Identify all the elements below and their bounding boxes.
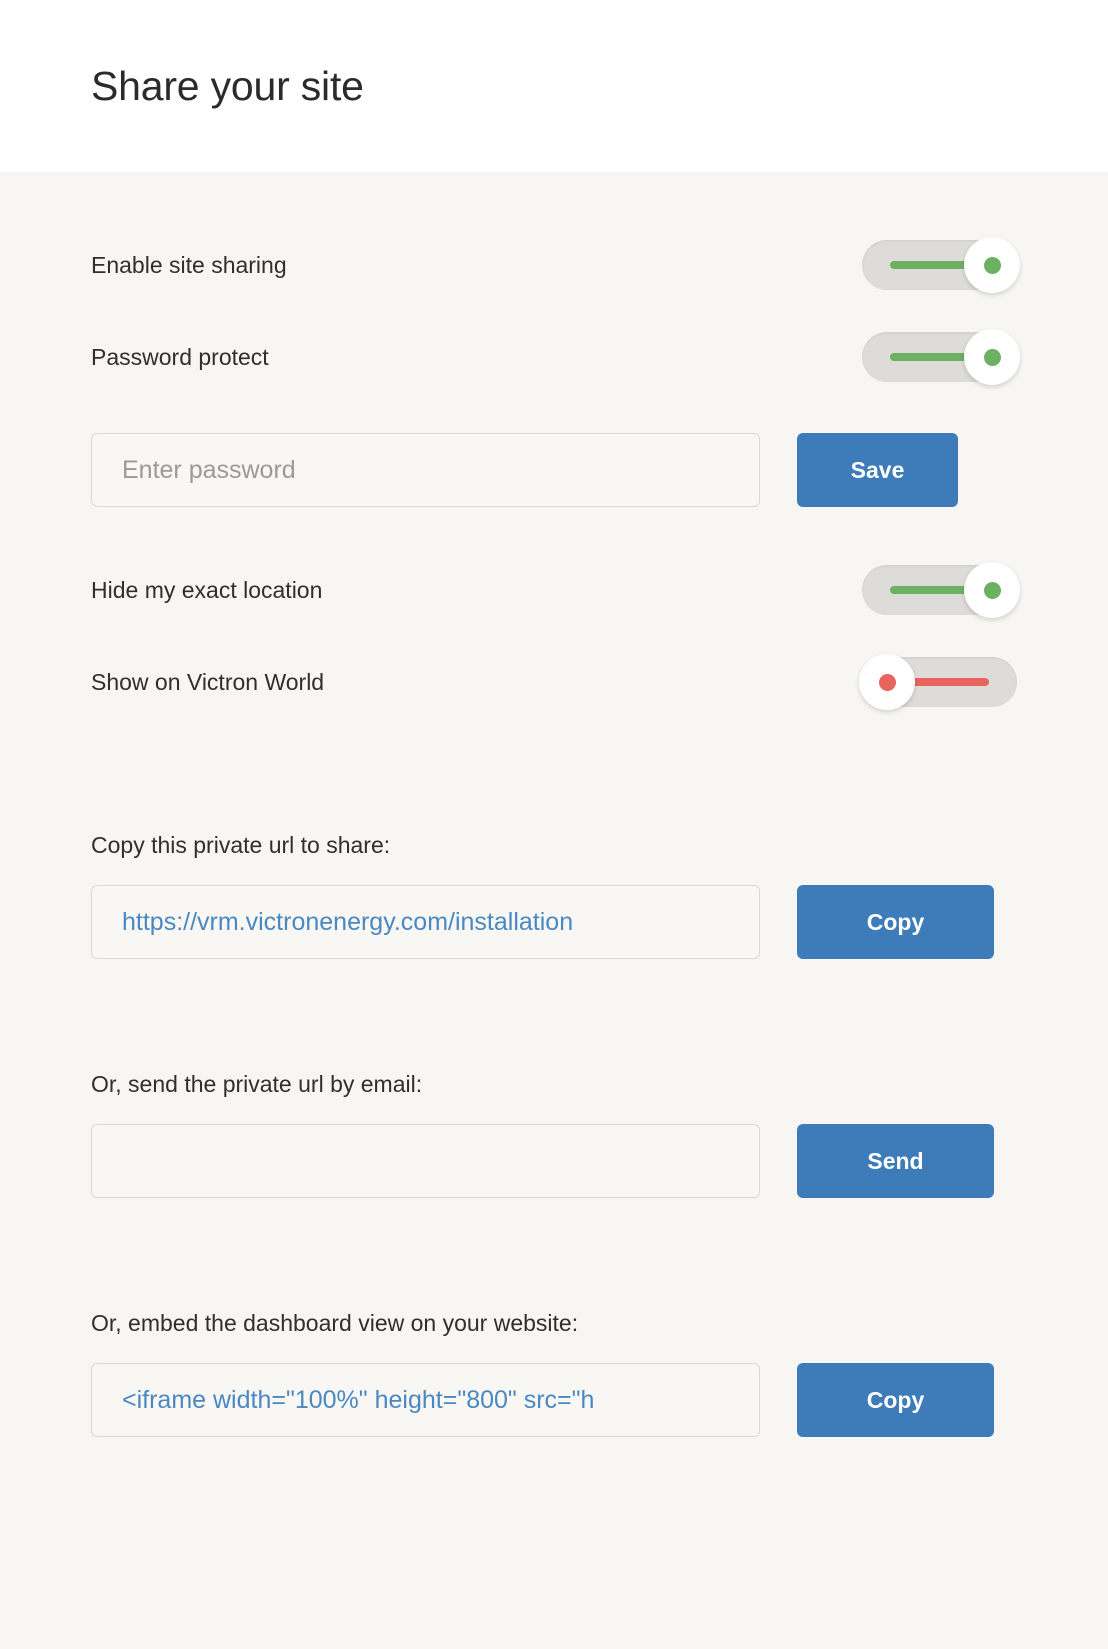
share-your-site-page: Share your site Enable site sharing Pass… — [0, 0, 1108, 1649]
email-row: Send — [91, 1124, 1017, 1198]
toggle-knob-dot — [983, 348, 1001, 366]
copy-embed-button[interactable]: Copy — [797, 1363, 994, 1437]
row-password-protect: Password protect — [91, 311, 1020, 403]
toggle-knob-dot — [983, 256, 1001, 274]
toggle-knob-dot — [983, 581, 1001, 599]
password-input[interactable] — [91, 433, 760, 507]
email-label: Or, send the private url by email: — [91, 1071, 423, 1097]
label-hide-exact-location: Hide my exact location — [91, 576, 323, 603]
embed-code-input[interactable] — [91, 1363, 760, 1437]
label-password-protect: Password protect — [91, 343, 269, 370]
copy-url-button[interactable]: Copy — [797, 885, 994, 959]
page-header: Share your site — [0, 0, 1108, 172]
toggle-knob[interactable] — [859, 654, 915, 710]
toggle-knob[interactable] — [964, 237, 1020, 293]
toggle-knob[interactable] — [964, 562, 1020, 618]
toggle-knob-dot — [878, 673, 896, 691]
label-enable-site-sharing: Enable site sharing — [91, 251, 287, 278]
share-url-input[interactable] — [91, 885, 760, 959]
label-show-on-victron-world: Show on Victron World — [91, 668, 325, 695]
row-hide-exact-location: Hide my exact location — [91, 544, 1020, 636]
toggle-hide-exact-location[interactable] — [862, 562, 1020, 618]
save-button[interactable]: Save — [797, 433, 958, 507]
settings-body: Enable site sharing Password protect Sav… — [0, 219, 1108, 1649]
toggle-password-protect[interactable] — [862, 329, 1020, 385]
row-show-on-victron-world: Show on Victron World — [91, 636, 1017, 728]
toggle-knob[interactable] — [964, 329, 1020, 385]
embed-label: Or, embed the dashboard view on your web… — [91, 1310, 579, 1336]
toggle-show-on-victron-world[interactable] — [859, 654, 1017, 710]
row-enable-site-sharing: Enable site sharing — [91, 219, 1020, 311]
toggle-enable-site-sharing[interactable] — [862, 237, 1020, 293]
email-input[interactable] — [91, 1124, 760, 1198]
share-url-label: Copy this private url to share: — [91, 832, 391, 858]
share-url-row: Copy — [91, 885, 1017, 959]
password-field-row: Save — [91, 433, 1017, 507]
page-title: Share your site — [91, 62, 364, 109]
send-email-button[interactable]: Send — [797, 1124, 994, 1198]
embed-row: Copy — [91, 1363, 1017, 1437]
